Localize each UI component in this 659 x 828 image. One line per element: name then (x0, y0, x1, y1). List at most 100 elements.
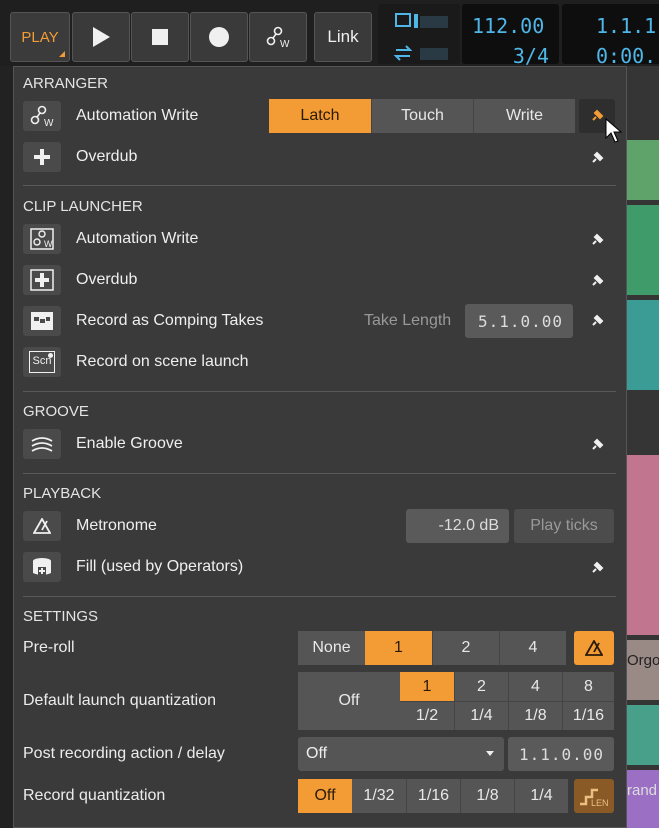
write-mode-button[interactable]: Write (473, 99, 575, 133)
corner-icon (59, 51, 65, 57)
scene-launch-icon: Scn (23, 347, 61, 377)
arranger-overdub-pin-icon[interactable] (586, 147, 608, 169)
clip-automation-write-icon: W (23, 224, 61, 254)
clip-waveform-green (627, 205, 659, 295)
preroll-metronome-button[interactable] (574, 631, 614, 665)
scene-launch-label: Record on scene launch (76, 353, 249, 370)
enable-groove-label: Enable Groove (76, 435, 183, 452)
divider (23, 473, 616, 474)
clip-rand-label: rand (627, 782, 658, 799)
launch-q-off-button[interactable]: Off (298, 672, 400, 730)
position-value: 1.1.1 (596, 14, 657, 38)
divider (23, 185, 616, 186)
preroll-4-button[interactable]: 4 (499, 631, 566, 665)
link-button[interactable]: Link (314, 12, 372, 62)
take-length-field[interactable]: 5.1.0.00 (465, 304, 573, 338)
launch-quantization-label: Default launch quantization (23, 692, 217, 709)
post-recording-dropdown[interactable]: Off (298, 737, 504, 771)
scene-icon-dot (48, 353, 53, 358)
stop-button[interactable] (131, 12, 189, 62)
clip-waveform-teal (627, 300, 659, 390)
record-quantization-label: Record quantization (23, 787, 166, 804)
svg-text:W: W (44, 239, 53, 249)
arranger-automation-write-label: Automation Write (76, 107, 199, 124)
arranger-title: ARRANGER (23, 75, 109, 92)
preroll-1-button[interactable]: 1 (365, 631, 432, 665)
mouse-cursor-icon (605, 118, 623, 143)
svg-text:W: W (44, 118, 54, 127)
record-icon (209, 27, 229, 47)
play-button[interactable] (72, 12, 130, 62)
post-recording-delay-field[interactable]: 1.1.0.00 (508, 737, 614, 771)
latch-mode-button[interactable]: Latch (269, 99, 371, 133)
automation-write-icon: W (266, 26, 290, 48)
play-ticks-button[interactable]: Play ticks (514, 509, 614, 543)
play-menu-button[interactable]: PLAY (10, 12, 70, 62)
clip-overdub-pin-icon[interactable] (586, 270, 608, 292)
metronome-icon (585, 640, 603, 656)
automation-write-button[interactable]: W (249, 12, 307, 62)
fill-icon (23, 552, 61, 582)
arranger-overdub-label: Overdub (76, 148, 138, 165)
launch-q-sixteenth-button[interactable]: 1/16 (562, 701, 614, 730)
clip-waveform-pink (627, 455, 659, 635)
groove-pin-icon[interactable] (586, 434, 608, 456)
launch-q-4-button[interactable]: 4 (508, 672, 562, 701)
touch-mode-button[interactable]: Touch (371, 99, 473, 133)
post-recording-label: Post recording action / delay (23, 745, 225, 762)
settings-title: SETTINGS (23, 608, 99, 625)
launch-q-half-button[interactable]: 1/2 (400, 701, 454, 730)
metronome-volume-field[interactable]: -12.0 dB (406, 509, 509, 543)
clip-automation-write-label: Automation Write (76, 230, 199, 247)
clip-orgo-label: Orgo (627, 652, 659, 669)
play-settings-popup: ARRANGER W Automation Write Latch Touch … (13, 66, 627, 828)
rec-q-off-button[interactable]: Off (298, 779, 352, 813)
rec-q-32-button[interactable]: 1/32 (352, 779, 406, 813)
clip-green (627, 140, 659, 200)
preroll-none-button[interactable]: None (298, 631, 365, 665)
cpu-meter-icon (393, 13, 448, 61)
rec-q-length-button[interactable]: LEN (574, 779, 614, 813)
comping-pin-icon[interactable] (586, 310, 608, 332)
transport-bar: PLAY W Link 112.00 3/4 1.1.1 0:00. (0, 0, 659, 68)
cpu-indicator (378, 4, 460, 64)
launch-q-quarter-button[interactable]: 1/4 (454, 701, 508, 730)
fill-label: Fill (used by Operators) (76, 558, 244, 575)
clip-overdub-icon (23, 265, 61, 295)
time-signature-value: 3/4 (512, 44, 549, 68)
step-length-icon: LEN (580, 788, 609, 808)
launch-q-eighth-button[interactable]: 1/8 (508, 701, 562, 730)
position-display[interactable]: 1.1.1 0:00. (562, 4, 659, 68)
divider (23, 596, 616, 597)
tempo-display[interactable]: 112.00 3/4 (462, 4, 559, 68)
link-label: Link (327, 27, 359, 46)
left-track-area (0, 66, 13, 828)
launch-q-1-button[interactable]: 1 (400, 672, 454, 701)
time-value: 0:00. (596, 44, 657, 68)
launch-q-8-button[interactable]: 8 (562, 672, 614, 701)
preroll-label: Pre-roll (23, 639, 75, 656)
fill-pin-icon[interactable] (586, 557, 608, 579)
arranger-overdub-icon (23, 142, 61, 172)
take-length-label: Take Length (364, 312, 452, 329)
comping-takes-label: Record as Comping Takes (76, 312, 264, 329)
clip-overdub-label: Overdub (76, 271, 138, 288)
rec-q-4-button[interactable]: 1/4 (514, 779, 568, 813)
playback-title: PLAYBACK (23, 485, 102, 502)
groove-icon (23, 429, 61, 459)
launch-q-2-button[interactable]: 2 (454, 672, 508, 701)
comping-takes-icon (23, 306, 61, 336)
post-recording-value: Off (306, 745, 328, 762)
stop-icon (152, 29, 168, 45)
svg-text:W: W (280, 39, 290, 48)
scene-icon-box: Scn (29, 351, 55, 373)
rec-q-8-button[interactable]: 1/8 (460, 779, 514, 813)
arranger-automation-write-icon: W (23, 101, 61, 131)
clip-launcher-title: CLIP LAUNCHER (23, 198, 143, 215)
divider (23, 391, 616, 392)
clip-automation-pin-icon[interactable] (586, 229, 608, 251)
preroll-2-button[interactable]: 2 (432, 631, 499, 665)
record-button[interactable] (190, 12, 248, 62)
rec-q-16-button[interactable]: 1/16 (406, 779, 460, 813)
groove-title: GROOVE (23, 403, 89, 420)
